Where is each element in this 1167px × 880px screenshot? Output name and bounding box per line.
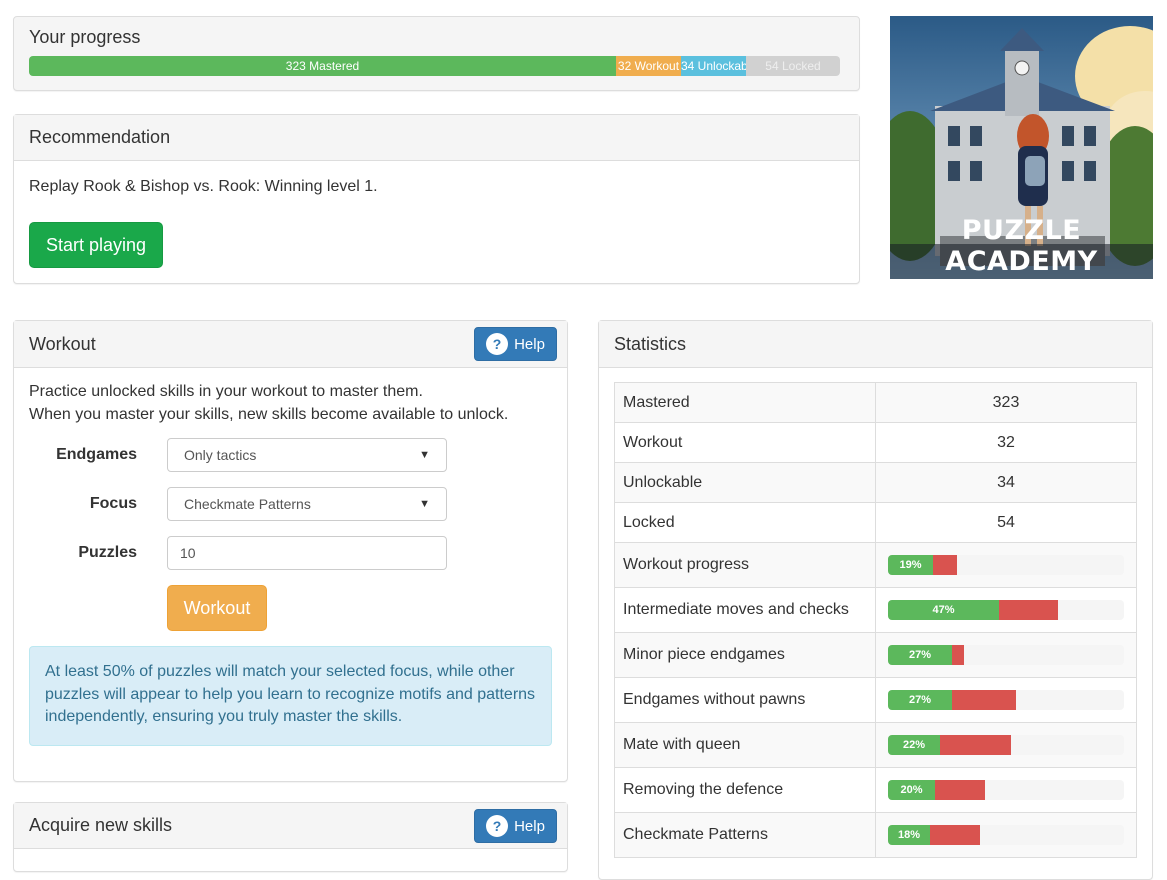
recommendation-text: Replay Rook & Bishop vs. Rook: Winning l…: [29, 178, 378, 195]
question-icon: ?: [486, 815, 509, 837]
focus-info-alert: At least 50% of puzzles will match your …: [29, 646, 552, 746]
progress-fill-correct: 20%: [888, 780, 935, 800]
stats-label: Workout progress: [614, 542, 876, 588]
skill-progress-bar: 20%: [888, 780, 1124, 800]
workout-description-1: Practice unlocked skills in your workout…: [29, 383, 423, 400]
workout-segment: 32 Workout: [616, 56, 681, 76]
stats-progress-row: Intermediate moves and checks 47%: [614, 587, 1137, 633]
statistics-table: Mastered 323 Workout 32 Unlockable 34 Locked 54…: [614, 382, 1137, 858]
stats-progress-cell: 47%: [875, 587, 1137, 633]
stats-label: Endgames without pawns: [614, 677, 876, 723]
acquire-heading: Acquire new skills ? Help: [14, 803, 567, 849]
stats-progress-row: Endgames without pawns 27%: [614, 677, 1137, 723]
statistics-heading: Statistics: [599, 321, 1152, 368]
skill-progress-bar: 18%: [888, 825, 1124, 845]
stats-progress-row: Checkmate Patterns 18%: [614, 812, 1137, 858]
stats-count-row: Unlockable 34: [614, 462, 1137, 503]
stats-label: Removing the defence: [614, 767, 876, 813]
skill-progress-bar: 27%: [888, 690, 1124, 710]
stats-value: 323: [875, 382, 1137, 423]
stats-progress-cell: 19%: [875, 542, 1137, 588]
puzzles-label: Puzzles: [78, 544, 137, 561]
progress-title: Your progress: [29, 27, 141, 47]
stats-progress-cell: 20%: [875, 767, 1137, 813]
focus-select-value: Checkmate Patterns: [184, 496, 311, 512]
help-label: Help: [514, 335, 545, 353]
stats-progress-cell: 27%: [875, 632, 1137, 678]
progress-fill-errors: [999, 600, 1058, 620]
help-label: Help: [514, 817, 545, 835]
progress-fill-errors: [940, 735, 1011, 755]
stats-count-row: Workout 32: [614, 422, 1137, 463]
progress-fill-errors: [952, 690, 1016, 710]
stats-progress-cell: 27%: [875, 677, 1137, 723]
stats-progress-row: Mate with queen 22%: [614, 722, 1137, 768]
statistics-title: Statistics: [614, 333, 687, 354]
stats-label: Locked: [614, 502, 876, 543]
recommendation-title: Recommendation: [29, 127, 171, 147]
progress-fill-correct: 27%: [888, 645, 952, 665]
stats-value: 34: [875, 462, 1137, 503]
stats-label: Mastered: [614, 382, 876, 423]
stats-label: Unlockable: [614, 462, 876, 503]
stats-label: Intermediate moves and checks: [614, 587, 876, 633]
stats-label: Mate with queen: [614, 722, 876, 768]
stats-progress-cell: 18%: [875, 812, 1137, 858]
progress-fill-correct: 18%: [888, 825, 930, 845]
chevron-down-icon: ▼: [419, 498, 430, 510]
stats-progress-row: Minor piece endgames 27%: [614, 632, 1137, 678]
chevron-down-icon: ▼: [419, 449, 430, 461]
puzzles-input[interactable]: 10: [167, 536, 447, 570]
workout-description-2: When you master your skills, new skills …: [29, 406, 509, 423]
puzzles-input-value: 10: [180, 545, 196, 561]
acquire-skills-panel: Acquire new skills ? Help: [13, 802, 568, 872]
progress-fill-errors: [933, 555, 957, 575]
skill-progress-bar: 19%: [888, 555, 1124, 575]
stats-progress-row: Removing the defence 20%: [614, 767, 1137, 813]
progress-fill-correct: 27%: [888, 690, 952, 710]
progress-fill-correct: 47%: [888, 600, 999, 620]
stats-value: 54: [875, 502, 1137, 543]
question-icon: ?: [486, 333, 509, 355]
unlockable-segment: 34 Unlockable: [681, 56, 746, 76]
start-playing-button[interactable]: Start playing: [29, 222, 163, 268]
locked-segment: 54 Locked: [746, 56, 840, 76]
stats-count-row: Locked 54: [614, 502, 1137, 543]
workout-panel: Workout ? Help Practice unlocked skills …: [13, 320, 568, 782]
progress-fill-correct: 19%: [888, 555, 933, 575]
puzzle-academy-banner: PUZZLE ACADEMY: [890, 16, 1153, 279]
workout-heading: Workout ? Help: [14, 321, 567, 368]
endgames-select[interactable]: Only tactics ▼: [167, 438, 447, 472]
stats-value: 32: [875, 422, 1137, 463]
skill-progress-bar: 47%: [888, 600, 1124, 620]
progress-fill-correct: 22%: [888, 735, 940, 755]
recommendation-heading: Recommendation: [14, 115, 859, 161]
focus-select[interactable]: Checkmate Patterns ▼: [167, 487, 447, 521]
skill-progress-bar: 27%: [888, 645, 1124, 665]
mastered-segment: 323 Mastered: [29, 56, 616, 76]
stats-label: Workout: [614, 422, 876, 463]
stats-progress-row: Workout progress 19%: [614, 542, 1137, 588]
progress-fill-errors: [930, 825, 980, 845]
progress-fill-errors: [935, 780, 985, 800]
workout-button[interactable]: Workout: [167, 585, 267, 631]
overall-progress-bar: 323 Mastered32 Workout34 Unlockable54 Lo…: [29, 56, 840, 76]
workout-help-button[interactable]: ? Help: [474, 327, 557, 361]
stats-label: Checkmate Patterns: [614, 812, 876, 858]
recommendation-panel: Recommendation Replay Rook & Bishop vs. …: [13, 114, 860, 284]
focus-label: Focus: [89, 495, 137, 512]
stats-count-row: Mastered 323: [614, 382, 1137, 423]
statistics-panel: Statistics Mastered 323 Workout 32 Unlockabl…: [598, 320, 1153, 880]
banner-title: PUZZLE ACADEMY: [945, 215, 1098, 277]
progress-panel: Your progress 323 Mastered 32 Workout 34 U…: [13, 16, 860, 91]
progress-fill-errors: [952, 645, 964, 665]
stats-progress-cell: 22%: [875, 722, 1137, 768]
skill-progress-bar: 22%: [888, 735, 1124, 755]
acquire-help-button[interactable]: ? Help: [474, 809, 557, 843]
acquire-title: Acquire new skills: [29, 815, 173, 835]
endgames-select-value: Only tactics: [184, 447, 257, 463]
stats-label: Minor piece endgames: [614, 632, 876, 678]
endgames-label: Endgames: [56, 446, 137, 463]
workout-title: Workout: [29, 333, 96, 354]
